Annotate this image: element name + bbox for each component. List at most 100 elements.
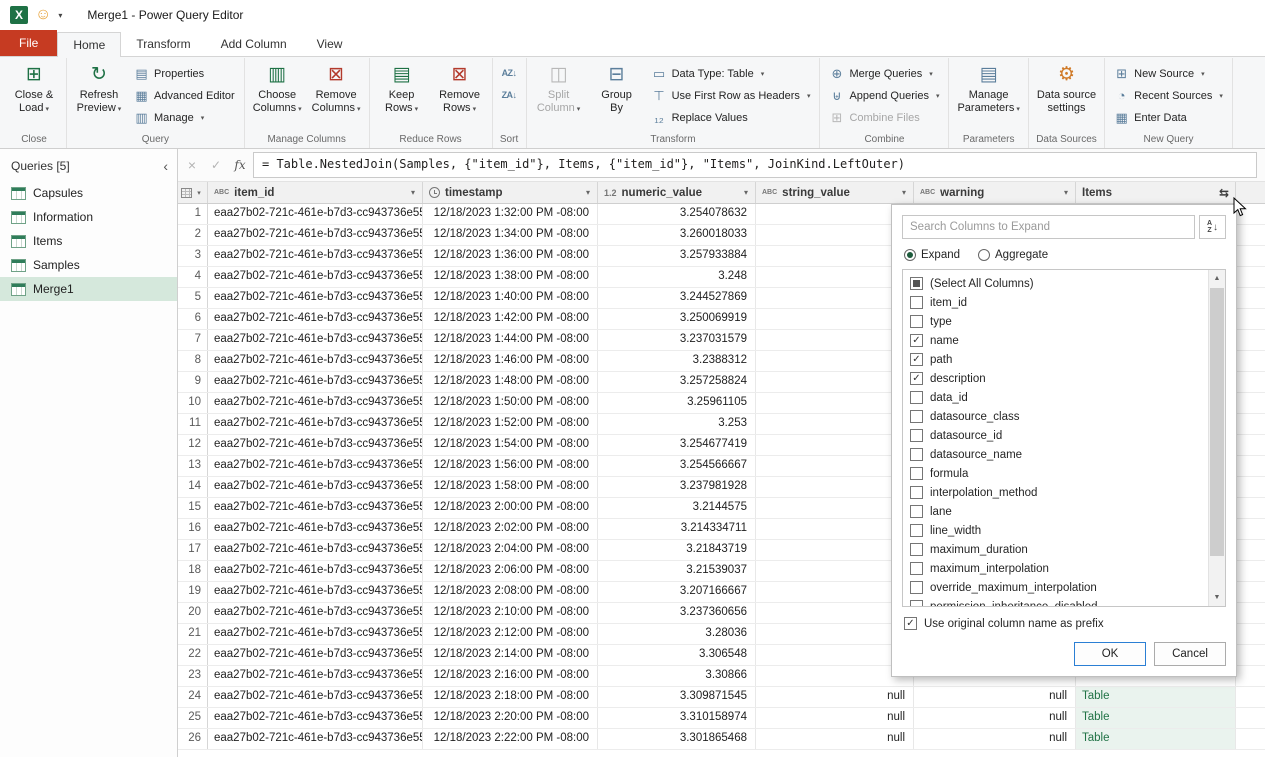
cell-numeric-value[interactable]: 3.257933884	[598, 246, 756, 266]
prefix-option[interactable]: ✓ Use original column name as prefix	[904, 617, 1226, 630]
cell-warning[interactable]: null	[914, 687, 1076, 707]
cell-item-id[interactable]: eaa27b02-721c-461e-b7d3-cc943736e559	[208, 372, 423, 392]
filter-dropdown-icon[interactable]: ▾	[1061, 187, 1071, 198]
scroll-up-icon[interactable]: ▲	[1209, 270, 1225, 287]
cell-numeric-value[interactable]: 3.207166667	[598, 582, 756, 602]
row-number[interactable]: 18	[178, 561, 208, 581]
checkbox-icon[interactable]: ✓	[910, 372, 923, 385]
cell-string-value[interactable]: null	[756, 708, 914, 728]
recent-sources-button[interactable]: ◔Recent Sources▾	[1109, 85, 1228, 106]
column-header-items[interactable]: Items⇆	[1076, 182, 1236, 203]
tab-add-column[interactable]: Add Column	[206, 32, 302, 56]
cell-items[interactable]: Table	[1076, 729, 1236, 749]
cell-timestamp[interactable]: 12/18/2023 1:44:00 PM -08:00	[423, 330, 598, 350]
row-number[interactable]: 12	[178, 435, 208, 455]
row-number[interactable]: 26	[178, 729, 208, 749]
column-checkbox-item-lane[interactable]: lane	[910, 502, 1203, 521]
cell-timestamp[interactable]: 12/18/2023 1:56:00 PM -08:00	[423, 456, 598, 476]
use-first-row-as-headers-button[interactable]: ⊤Use First Row as Headers▾	[647, 85, 816, 106]
collapse-pane-icon[interactable]: ‹	[163, 158, 168, 174]
cell-timestamp[interactable]: 12/18/2023 2:16:00 PM -08:00	[423, 666, 598, 686]
filter-dropdown-icon[interactable]: ▾	[583, 187, 593, 198]
keep-rows-button[interactable]: ▤KeepRows▾	[374, 60, 430, 119]
cell-numeric-value[interactable]: 3.260018033	[598, 225, 756, 245]
cell-timestamp[interactable]: 12/18/2023 2:06:00 PM -08:00	[423, 561, 598, 581]
cell-numeric-value[interactable]: 3.254677419	[598, 435, 756, 455]
cell-timestamp[interactable]: 12/18/2023 2:02:00 PM -08:00	[423, 519, 598, 539]
checkbox-icon[interactable]	[910, 448, 923, 461]
checkbox-icon[interactable]	[910, 543, 923, 556]
cell-numeric-value[interactable]: 3.28036	[598, 624, 756, 644]
column-header-numeric-value[interactable]: 1.2numeric_value▾	[598, 182, 756, 203]
panel-scrollbar[interactable]: ▲ ▼	[1208, 270, 1225, 606]
cell-timestamp[interactable]: 12/18/2023 2:22:00 PM -08:00	[423, 729, 598, 749]
merge-queries-button[interactable]: ⊕Merge Queries▾	[824, 63, 944, 84]
append-queries-button[interactable]: ⊎Append Queries▾	[824, 85, 944, 106]
data-source-settings-button[interactable]: ⚙Data sourcesettings	[1033, 60, 1100, 118]
combine-files-button[interactable]: ⊞Combine Files	[824, 107, 944, 128]
cell-item-id[interactable]: eaa27b02-721c-461e-b7d3-cc943736e559	[208, 519, 423, 539]
refresh-preview-button[interactable]: ↻RefreshPreview▾	[71, 60, 127, 119]
cell-item-id[interactable]: eaa27b02-721c-461e-b7d3-cc943736e559	[208, 288, 423, 308]
cell-items[interactable]: Table	[1076, 687, 1236, 707]
checkbox-icon[interactable]	[910, 277, 923, 290]
sort-descending-icon-button[interactable]: ZA↓	[497, 85, 522, 106]
cell-timestamp[interactable]: 12/18/2023 1:48:00 PM -08:00	[423, 372, 598, 392]
cell-timestamp[interactable]: 12/18/2023 2:14:00 PM -08:00	[423, 645, 598, 665]
row-number[interactable]: 8	[178, 351, 208, 371]
cell-item-id[interactable]: eaa27b02-721c-461e-b7d3-cc943736e559	[208, 309, 423, 329]
column-checkbox-item-datasource-id[interactable]: datasource_id	[910, 426, 1203, 445]
cell-timestamp[interactable]: 12/18/2023 2:04:00 PM -08:00	[423, 540, 598, 560]
cell-timestamp[interactable]: 12/18/2023 2:18:00 PM -08:00	[423, 687, 598, 707]
cell-timestamp[interactable]: 12/18/2023 1:58:00 PM -08:00	[423, 477, 598, 497]
cell-timestamp[interactable]: 12/18/2023 1:52:00 PM -08:00	[423, 414, 598, 434]
checkbox-icon[interactable]	[910, 296, 923, 309]
row-number[interactable]: 2	[178, 225, 208, 245]
row-number[interactable]: 22	[178, 645, 208, 665]
tab-home[interactable]: Home	[57, 32, 121, 57]
cell-item-id[interactable]: eaa27b02-721c-461e-b7d3-cc943736e559	[208, 477, 423, 497]
row-number[interactable]: 11	[178, 414, 208, 434]
column-checkbox-item-maximum-duration[interactable]: maximum_duration	[910, 540, 1203, 559]
checkbox-icon[interactable]	[910, 486, 923, 499]
cell-timestamp[interactable]: 12/18/2023 2:12:00 PM -08:00	[423, 624, 598, 644]
cell-numeric-value[interactable]: 3.254566667	[598, 456, 756, 476]
checkbox-icon[interactable]	[910, 410, 923, 423]
column-checkbox-item-datasource-name[interactable]: datasource_name	[910, 445, 1203, 464]
checkbox-icon[interactable]	[910, 600, 923, 607]
group-by-button[interactable]: ⊟GroupBy	[589, 60, 645, 118]
query-item-samples[interactable]: Samples	[0, 253, 177, 277]
table-corner-cell[interactable]: ▾	[178, 182, 208, 203]
cell-item-id[interactable]: eaa27b02-721c-461e-b7d3-cc943736e559	[208, 666, 423, 686]
checkbox-icon[interactable]	[910, 315, 923, 328]
query-item-capsules[interactable]: Capsules	[0, 181, 177, 205]
query-item-information[interactable]: Information	[0, 205, 177, 229]
column-checkbox-item-item-id[interactable]: item_id	[910, 293, 1203, 312]
mode-option-aggregate[interactable]: Aggregate	[978, 249, 1048, 261]
column-checkbox-item-override-maximum-interpolation[interactable]: override_maximum_interpolation	[910, 578, 1203, 597]
column-checkbox-item-data-id[interactable]: data_id	[910, 388, 1203, 407]
column-checkbox-item-datasource-class[interactable]: datasource_class	[910, 407, 1203, 426]
cell-numeric-value[interactable]: 3.301865468	[598, 729, 756, 749]
cell-string-value[interactable]: null	[756, 729, 914, 749]
expand-column-icon[interactable]: ⇆	[1219, 186, 1231, 200]
cell-string-value[interactable]: null	[756, 687, 914, 707]
column-checkbox-item-description[interactable]: ✓description	[910, 369, 1203, 388]
scrollbar-thumb[interactable]	[1210, 288, 1224, 556]
row-number[interactable]: 10	[178, 393, 208, 413]
cell-item-id[interactable]: eaa27b02-721c-461e-b7d3-cc943736e559	[208, 561, 423, 581]
query-item-items[interactable]: Items	[0, 229, 177, 253]
manage-button[interactable]: ▥Manage▾	[129, 107, 240, 128]
column-checkbox-item-line-width[interactable]: line_width	[910, 521, 1203, 540]
column-checkbox-item-maximum-interpolation[interactable]: maximum_interpolation	[910, 559, 1203, 578]
filter-dropdown-icon[interactable]: ▾	[899, 187, 909, 198]
cell-timestamp[interactable]: 12/18/2023 1:54:00 PM -08:00	[423, 435, 598, 455]
cell-warning[interactable]: null	[914, 708, 1076, 728]
row-number[interactable]: 17	[178, 540, 208, 560]
cell-timestamp[interactable]: 12/18/2023 2:20:00 PM -08:00	[423, 708, 598, 728]
filter-dropdown-icon[interactable]: ▾	[741, 187, 751, 198]
checkbox-icon[interactable]	[910, 391, 923, 404]
cell-numeric-value[interactable]: 3.248	[598, 267, 756, 287]
cell-item-id[interactable]: eaa27b02-721c-461e-b7d3-cc943736e559	[208, 351, 423, 371]
cancel-button[interactable]: Cancel	[1154, 642, 1226, 666]
